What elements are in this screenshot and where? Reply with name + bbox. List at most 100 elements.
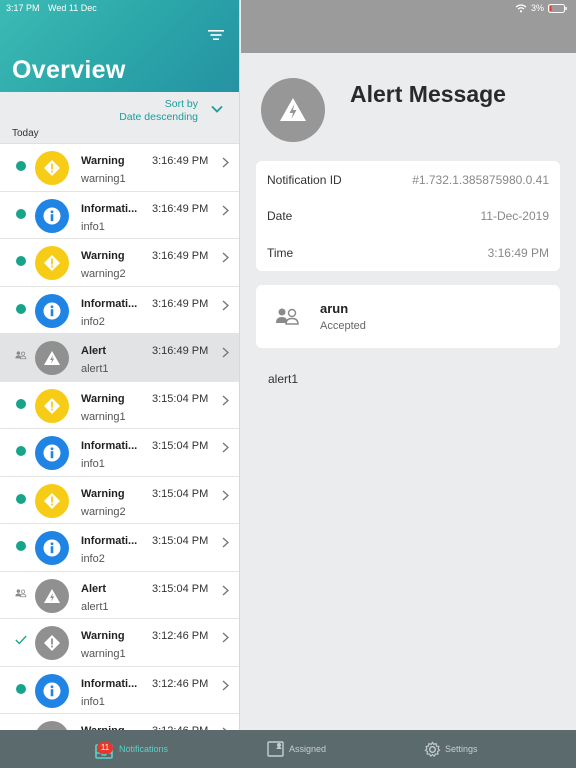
info-avatar <box>35 531 69 565</box>
date-label: Date <box>267 209 293 223</box>
warning-icon <box>44 492 60 509</box>
chevron-right-icon <box>222 632 229 643</box>
list-item[interactable]: Alert alert1 3:16:49 PM <box>0 334 239 382</box>
warning-icon <box>44 635 60 651</box>
list-item-title: Informati... <box>81 297 138 310</box>
status-bar-left: 3:17 PM Wed 11 Dec <box>6 3 103 13</box>
date-value: 11-Dec-2019 <box>480 209 549 223</box>
list-item-subtitle: alert1 <box>81 600 109 613</box>
list-item[interactable]: Warning3:12:46 PM <box>0 714 239 730</box>
unread-dot <box>16 161 26 171</box>
list-item-title: Informati... <box>81 440 138 452</box>
warning-avatar <box>35 483 69 518</box>
notification-list: Warning warning1 3:16:49 PM Informati... inf… <box>0 144 239 730</box>
list-item-time: 3:12:46 PM <box>152 677 209 690</box>
assignee-status: Accepted <box>320 320 366 332</box>
chevron-right-icon <box>222 394 229 406</box>
page-title: Overview <box>12 56 126 84</box>
list-item[interactable]: Alert alert1 3:15:04 PM <box>0 571 239 619</box>
alert-type-icon <box>261 78 325 142</box>
gear-icon <box>424 740 441 757</box>
list-item-subtitle: warning1 <box>81 648 126 660</box>
assigned-icon <box>267 741 284 757</box>
list-item-time: 3:15:04 PM <box>152 392 209 405</box>
alert-icon <box>44 351 60 365</box>
list-item-time: 3:16:49 PM <box>152 297 209 310</box>
tab-notifications-label: Notifications <box>119 744 169 754</box>
list-item-time: 3:15:04 PM <box>152 440 209 452</box>
chevron-right-icon <box>222 299 229 311</box>
assigned-user-icon <box>15 351 27 360</box>
info-avatar <box>35 198 69 233</box>
list-item[interactable]: Warning warning1 3:12:46 PM <box>0 619 239 667</box>
list-item[interactable]: Informati... info2 3:16:49 PM <box>0 286 239 334</box>
info-avatar <box>35 436 69 470</box>
list-item-subtitle: info2 <box>81 553 105 565</box>
notification-count-badge: 11 <box>97 742 113 754</box>
unread-dot <box>16 446 26 456</box>
unread-dot <box>16 683 26 694</box>
unread-dot <box>16 208 26 219</box>
notification-details-card: Notification ID #1.732.1.385875980.0.41 … <box>256 161 560 271</box>
list-item[interactable]: Warning warning1 3:15:04 PM <box>0 381 239 429</box>
list-item[interactable]: Informati... info1 3:15:04 PM <box>0 429 239 477</box>
sort-value[interactable]: Date descending <box>119 111 198 123</box>
chevron-down-icon[interactable] <box>211 105 223 113</box>
list-item[interactable]: Warning warning2 3:16:49 PM <box>0 239 239 287</box>
list-item-title: Informati... <box>81 677 138 690</box>
list-item-title: Warning <box>81 392 125 405</box>
tab-bar: 11 Notifications Assigned Settings <box>0 730 576 768</box>
detail-title: Alert Message <box>350 81 506 107</box>
tab-settings[interactable]: Settings <box>424 730 478 768</box>
list-item[interactable]: Warning warning2 3:15:04 PM <box>0 476 239 524</box>
chevron-right-icon <box>222 252 229 263</box>
info-avatar <box>35 673 69 708</box>
warning-icon <box>44 255 60 271</box>
warning-icon <box>44 397 60 414</box>
chevron-right-icon <box>222 537 229 548</box>
warning-avatar <box>35 626 69 660</box>
list-item[interactable]: Informati... info1 3:16:49 PM <box>0 191 239 239</box>
tab-notifications[interactable]: 11 Notifications <box>95 730 168 768</box>
list-item-title: Alert <box>81 345 107 357</box>
info-icon <box>43 682 61 699</box>
list-item[interactable]: Informati... info1 3:12:46 PM <box>0 666 239 714</box>
time-row: Time 3:16:49 PM <box>267 246 549 266</box>
list-item-time: 3:16:49 PM <box>152 345 209 357</box>
tab-assigned[interactable]: Assigned <box>267 730 326 768</box>
warning-icon <box>44 160 60 176</box>
info-avatar <box>35 293 69 328</box>
list-item-subtitle: alert1 <box>81 363 109 375</box>
list-item-title: Informati... <box>81 535 138 547</box>
warning-triangle-icon <box>280 98 306 121</box>
list-item-title: Alert <box>81 582 107 595</box>
warning-avatar <box>35 151 69 185</box>
tab-settings-label: Settings <box>445 744 478 754</box>
unread-dot <box>16 398 26 409</box>
list-item[interactable]: Warning warning1 3:16:49 PM <box>0 144 239 192</box>
chevron-right-icon <box>222 157 229 168</box>
status-bar-right: 3% <box>515 3 568 13</box>
sort-label[interactable]: Sort by <box>165 98 198 110</box>
chevron-right-icon <box>222 679 229 691</box>
list-item-subtitle: info1 <box>81 220 105 233</box>
detail-pane: 3% Alert Message Notification ID #1.732.… <box>241 0 576 730</box>
alert-avatar <box>35 578 69 613</box>
unread-dot <box>16 303 26 314</box>
filter-icon[interactable] <box>207 28 225 42</box>
unread-dot <box>16 493 26 504</box>
battery-icon <box>548 3 567 13</box>
chevron-right-icon <box>222 442 229 453</box>
chevron-right-icon <box>222 584 229 596</box>
list-item-subtitle: info1 <box>81 695 105 708</box>
warning-avatar <box>35 246 69 280</box>
list-item-title: Warning <box>81 250 125 262</box>
chevron-right-icon <box>222 204 229 216</box>
list-item-time: 3:16:49 PM <box>152 250 209 262</box>
notifications-icon: 11 <box>95 739 115 759</box>
assignee-card[interactable]: arun Accepted <box>256 285 560 348</box>
list-item[interactable]: Informati... info2 3:15:04 PM <box>0 524 239 572</box>
assignee-icon <box>276 308 299 325</box>
unread-dot <box>16 256 26 266</box>
list-item-title: Informati... <box>81 202 138 215</box>
